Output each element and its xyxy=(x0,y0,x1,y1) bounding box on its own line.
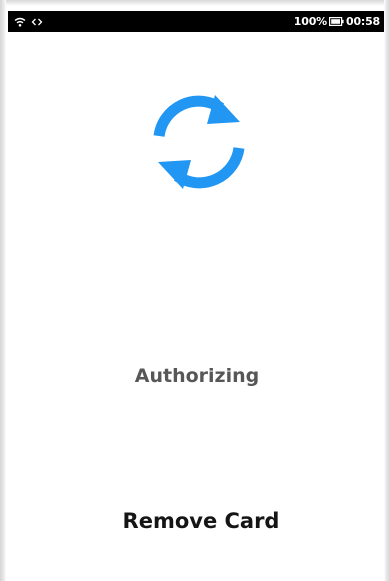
sync-icon xyxy=(143,90,255,194)
clock: 00:58 xyxy=(345,15,380,28)
battery-percent: 100% xyxy=(293,15,327,28)
device-bezel-top xyxy=(0,0,390,6)
wifi-icon xyxy=(14,17,26,27)
battery-icon xyxy=(328,17,344,26)
device-bezel-left xyxy=(0,0,6,581)
device-bezel-right xyxy=(384,0,390,581)
status-message: Authorizing xyxy=(134,365,260,387)
status-bar-right: 100% 00:58 xyxy=(294,15,380,28)
data-transfer-icon xyxy=(31,17,43,27)
status-bar: 100% 00:58 xyxy=(8,11,384,32)
status-bar-left xyxy=(14,17,43,27)
payment-terminal-screen: 100% 00:58 Authorizing Remove Card xyxy=(0,0,390,581)
remove-card-instruction: Remove Card xyxy=(122,509,280,533)
